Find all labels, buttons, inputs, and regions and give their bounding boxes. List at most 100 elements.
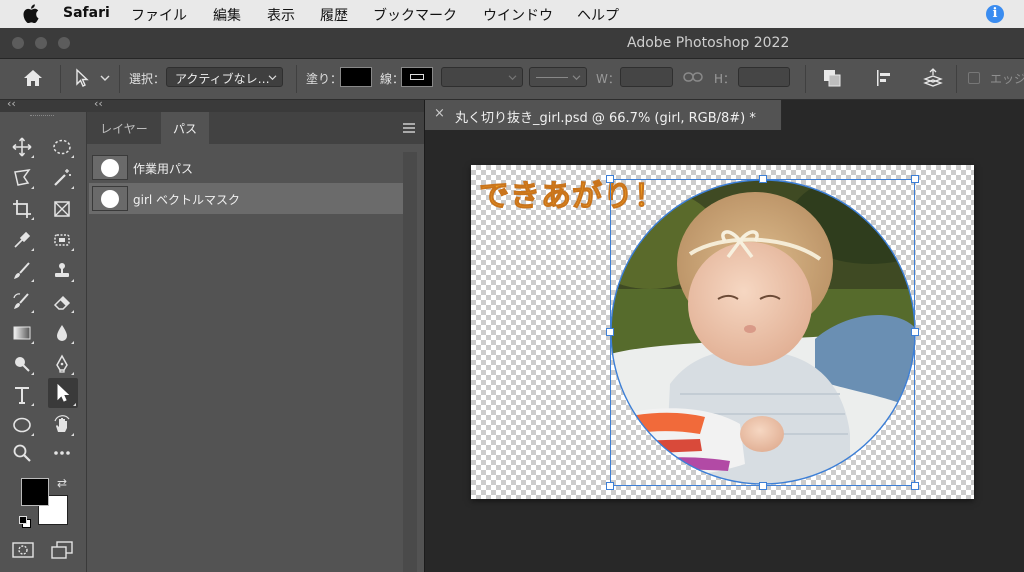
transform-handle[interactable] <box>759 175 767 183</box>
eraser-tool[interactable] <box>48 289 76 315</box>
marquee-tool[interactable] <box>48 134 76 160</box>
chevron-down-icon <box>508 75 517 81</box>
menu-help[interactable]: ヘルプ <box>577 5 619 25</box>
tools-grip[interactable] <box>30 115 54 119</box>
tools-panel: ⇄ <box>0 112 87 572</box>
menu-history[interactable]: 履歴 <box>320 5 348 25</box>
window-title-bar: Adobe Photoshop 2022 <box>0 28 1024 59</box>
fill-swatch[interactable] <box>340 67 372 87</box>
menu-bar: Safari ファイル 編集 表示 履歴 ブックマーク ウインドウ ヘルプ i <box>0 0 1024 29</box>
gradient-icon <box>13 326 31 340</box>
polygonal-lasso-icon <box>14 169 31 186</box>
menu-file[interactable]: ファイル <box>131 5 187 25</box>
spot-healing-icon <box>54 234 70 246</box>
stroke-width-field[interactable] <box>441 67 523 87</box>
path-row-vector-mask[interactable]: girl ベクトルマスク <box>89 183 403 214</box>
blur-drop-icon <box>57 325 67 341</box>
gradient-tool[interactable] <box>8 320 36 346</box>
align-edges-checkbox[interactable] <box>968 72 980 84</box>
eraser-icon <box>53 295 71 310</box>
frame-tool[interactable] <box>48 196 76 222</box>
zoom-icon <box>13 444 31 462</box>
width-field[interactable] <box>620 67 673 87</box>
panel-menu-icon[interactable] <box>403 123 415 133</box>
stroke-type-dropdown[interactable] <box>529 67 587 87</box>
move-icon <box>12 137 32 157</box>
lasso-tool[interactable] <box>8 165 36 191</box>
dodge-tool[interactable] <box>8 351 36 377</box>
select-label: 選択： <box>129 72 166 86</box>
zoom-window-button[interactable] <box>58 37 70 49</box>
panel-scrollbar[interactable] <box>403 152 417 572</box>
more-tools-button[interactable] <box>48 440 76 466</box>
menu-view[interactable]: 表示 <box>267 5 295 25</box>
path-name: 作業用パス <box>133 162 194 176</box>
menu-app-name[interactable]: Safari <box>63 5 110 21</box>
height-label: H： <box>714 72 736 86</box>
direct-selection-tool[interactable] <box>48 378 78 408</box>
history-brush-icon <box>13 293 29 309</box>
document-canvas[interactable]: できあがり！ <box>471 165 974 499</box>
magic-wand-icon <box>54 169 71 186</box>
minimize-window-button[interactable] <box>35 37 47 49</box>
zoom-tool[interactable] <box>8 440 36 466</box>
blur-tool[interactable] <box>48 320 76 346</box>
panel-tab-bar: レイヤー パス <box>87 112 424 144</box>
screen-mode-icon[interactable] <box>50 540 74 560</box>
menu-bookmarks[interactable]: ブックマーク <box>373 5 457 25</box>
path-alignment-icon[interactable] <box>874 68 894 88</box>
default-colors-icon[interactable] <box>19 516 31 528</box>
window-title: Adobe Photoshop 2022 <box>627 35 790 51</box>
spot-healing-tool[interactable] <box>48 227 76 253</box>
collapse-toolbar-icon[interactable]: ‹‹ <box>7 97 16 110</box>
hand-tool[interactable] <box>48 412 76 438</box>
quick-mask-icon[interactable] <box>12 542 34 558</box>
type-tool[interactable] <box>8 382 36 408</box>
path-name: girl ベクトルマスク <box>133 193 241 207</box>
foreground-color-swatch[interactable] <box>21 478 49 506</box>
clone-stamp-tool[interactable] <box>48 258 76 284</box>
path-row-work-path[interactable]: 作業用パス <box>89 152 403 183</box>
transform-handle[interactable] <box>606 175 614 183</box>
frame-icon <box>54 201 70 217</box>
history-brush-tool[interactable] <box>8 289 36 315</box>
ellipse-tool[interactable] <box>8 412 36 438</box>
crop-tool[interactable] <box>8 196 36 222</box>
select-dropdown[interactable]: アクティブなレ… <box>166 67 283 87</box>
document-tab[interactable]: × 丸く切り抜き_girl.psd @ 66.7% (girl, RGB/8#)… <box>425 100 782 130</box>
apple-icon[interactable] <box>23 4 39 23</box>
move-tool[interactable] <box>8 134 36 160</box>
close-document-icon[interactable]: × <box>434 106 445 121</box>
height-field[interactable] <box>738 67 790 87</box>
width-label: W： <box>596 72 620 86</box>
chevron-down-icon <box>572 75 581 81</box>
home-icon[interactable] <box>22 68 44 88</box>
transform-handle[interactable] <box>911 175 919 183</box>
brush-tool[interactable] <box>8 258 36 284</box>
path-thumbnail <box>92 186 128 211</box>
menu-edit[interactable]: 編集 <box>213 5 241 25</box>
transform-handle[interactable] <box>911 482 919 490</box>
chevron-down-icon[interactable] <box>100 74 110 82</box>
collapse-panel-icon[interactable]: ‹‹ <box>94 97 103 110</box>
swap-colors-icon[interactable]: ⇄ <box>57 476 67 490</box>
info-icon[interactable]: i <box>986 5 1004 23</box>
transform-handle[interactable] <box>606 482 614 490</box>
menu-window[interactable]: ウインドウ <box>483 5 553 25</box>
close-window-button[interactable] <box>12 37 24 49</box>
path-operations-icon[interactable] <box>822 68 842 88</box>
magic-wand-tool[interactable] <box>48 165 76 191</box>
tab-paths[interactable]: パス <box>161 112 209 144</box>
transform-handle[interactable] <box>606 328 614 336</box>
link-icon[interactable] <box>683 71 703 83</box>
options-bar: 選択： アクティブなレ… 塗り： 線： W： H： エッジ <box>0 59 1024 100</box>
transform-handle[interactable] <box>759 482 767 490</box>
path-selection-tool-icon[interactable] <box>74 68 90 88</box>
pen-tool[interactable] <box>48 351 76 377</box>
stroke-swatch[interactable] <box>401 67 433 87</box>
path-arrangement-icon[interactable] <box>922 67 944 89</box>
hand-rotate-icon <box>54 415 70 432</box>
transform-handle[interactable] <box>911 328 919 336</box>
tab-layers[interactable]: レイヤー <box>87 112 161 144</box>
eyedropper-tool[interactable] <box>8 227 36 253</box>
